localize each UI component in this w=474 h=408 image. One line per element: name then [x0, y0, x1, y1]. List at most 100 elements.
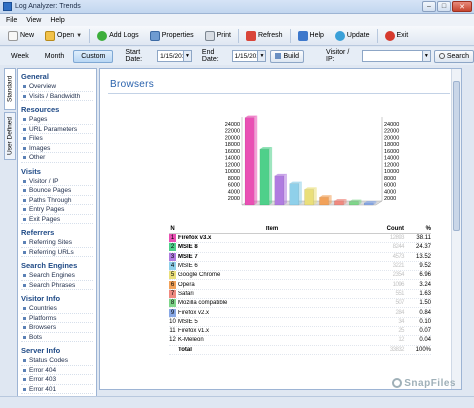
table-row[interactable]: Total 33832 100% — [169, 346, 431, 355]
open-button[interactable]: Open ▼ — [41, 28, 86, 43]
table-row[interactable]: 3 MSIE 7 4573 13.52 — [169, 252, 431, 262]
sidebar-section-title[interactable]: Server Info — [21, 346, 93, 355]
y-tick-label-right: 16000 — [384, 149, 399, 155]
chart-bar — [349, 201, 359, 206]
chevron-down-icon[interactable]: ▼ — [182, 51, 191, 61]
page-title: Browsers — [110, 79, 155, 90]
help-button[interactable]: Help — [294, 28, 328, 43]
sidebar-item[interactable]: Exit Pages — [21, 215, 93, 224]
table-row[interactable]: 8 Mozilla compatible 507 1.50 — [169, 299, 431, 309]
sidebar-section: Visitor Info Countries Platforms Browsers Bo… — [21, 294, 93, 342]
custom-button[interactable]: Custom — [73, 49, 114, 63]
sidebar-item[interactable]: Other — [21, 153, 93, 163]
table-row[interactable]: 4 MSIE 6 3221 9.52 — [169, 262, 431, 272]
sidebar-item[interactable]: Overview — [21, 82, 93, 92]
table-row[interactable]: 7 Safari 551 1.63 — [169, 289, 431, 300]
sidebar-item[interactable]: Platforms — [21, 314, 93, 323]
visitor-label: Visitor / IP: — [326, 49, 350, 63]
table-row[interactable]: 2 MSIE 8 8244 24.37 — [169, 243, 431, 253]
menu-help[interactable]: Help — [50, 17, 64, 24]
sidebar-item[interactable]: Images — [21, 144, 93, 153]
title-bar: Log Analyzer: Trends – □ ✕ — [0, 0, 474, 14]
sidebar-item[interactable]: Visitor / IP — [21, 177, 93, 186]
sidebar-item[interactable]: Bounce Pages — [21, 186, 93, 196]
sidebar-section-title[interactable]: Resources — [21, 105, 93, 114]
sidebar-item[interactable]: Search Engines — [21, 271, 93, 281]
sidebar-item[interactable]: Browsers — [21, 323, 93, 333]
search-button[interactable]: Search — [433, 49, 474, 63]
vertical-scrollbar[interactable] — [451, 69, 461, 389]
row-item: Total — [178, 346, 192, 353]
maximize-button[interactable]: □ — [437, 1, 451, 12]
sidebar-section-title[interactable]: General — [21, 72, 93, 81]
y-tick-label-left: 8000 — [228, 176, 240, 182]
row-number: 7 — [169, 289, 176, 298]
update-button[interactable]: Update — [331, 28, 374, 43]
refresh-button[interactable]: Refresh — [242, 28, 287, 43]
build-button[interactable]: Build — [270, 49, 305, 63]
watermark: SnapFiles — [392, 378, 456, 389]
tab-user-defined[interactable]: User Defined — [4, 112, 16, 160]
visitor-ip-input[interactable]: ▼ — [361, 50, 431, 62]
sidebar-item[interactable]: Bots — [21, 333, 93, 342]
chart-bar-side — [298, 181, 302, 205]
y-tick-label-left: 2000 — [228, 196, 240, 202]
folder-icon — [45, 30, 56, 41]
chevron-down-icon[interactable]: ▼ — [257, 51, 266, 61]
chevron-down-icon[interactable]: ▼ — [421, 51, 430, 61]
table-row[interactable]: 12 K-Meleon 12 0.04 — [169, 336, 431, 346]
tab-standard[interactable]: Standard — [4, 68, 16, 110]
row-item: K-Meleon — [178, 337, 204, 344]
sidebar-item[interactable]: Pages — [21, 115, 93, 125]
search-icon — [438, 53, 445, 59]
row-number: 4 — [169, 262, 176, 271]
y-tick-label-left: 14000 — [225, 156, 240, 162]
end-date-input[interactable]: 1/15/2010 ▼ — [231, 50, 267, 62]
sidebar-item[interactable]: Countries — [21, 304, 93, 314]
sidebar-item[interactable]: Search Phrases — [21, 281, 93, 290]
minimize-button[interactable]: – — [422, 1, 436, 12]
properties-button[interactable]: Properties — [146, 28, 198, 43]
browsers-chart: 24000 2400022000 2200020000 2000018000 18000… — [225, 115, 399, 206]
row-percent: 1.63 — [419, 290, 431, 297]
close-button[interactable]: ✕ — [452, 1, 472, 12]
sidebar-item[interactable]: Entry Pages — [21, 205, 93, 215]
sidebar-section-title[interactable]: Referrers — [21, 228, 93, 237]
printer-icon — [204, 30, 215, 41]
y-tick-label-right: 8000 — [384, 176, 396, 182]
table-row[interactable]: 5 Google Chrome 2354 6.96 — [169, 271, 431, 281]
help-icon — [297, 30, 308, 41]
sidebar-section-title[interactable]: Search Engines — [21, 261, 93, 270]
add-logs-button[interactable]: Add Logs — [93, 28, 143, 43]
sidebar-item[interactable]: Files — [21, 134, 93, 144]
row-item: Firefox v3.x — [178, 235, 212, 242]
sidebar-item[interactable]: Referring URLs — [21, 248, 93, 257]
new-button[interactable]: New — [4, 28, 38, 43]
table-row[interactable]: 10 MSIE 5 34 0.10 — [169, 318, 431, 327]
row-count: 12893 — [389, 235, 405, 242]
table-row[interactable]: 9 Firefox v2.x 284 0.84 — [169, 308, 431, 318]
sidebar-item[interactable]: Paths Through — [21, 196, 93, 205]
menu-view[interactable]: View — [26, 17, 41, 24]
sidebar-item[interactable]: Error 401 — [21, 385, 93, 394]
scrollbar-thumb[interactable] — [453, 81, 460, 231]
print-button[interactable]: Print — [201, 28, 235, 43]
week-button[interactable]: Week — [4, 50, 36, 63]
sidebar-item[interactable]: Visits / Bandwidth — [21, 92, 93, 101]
sidebar-item[interactable]: Referring Sites — [21, 238, 93, 248]
exit-button[interactable]: Exit — [381, 28, 413, 43]
menu-file[interactable]: File — [6, 17, 17, 24]
sidebar-item[interactable]: Error 404 — [21, 366, 93, 375]
sidebar-section-title[interactable]: Visitor Info — [21, 294, 93, 303]
month-button[interactable]: Month — [38, 50, 71, 63]
sidebar-section-title[interactable]: Visits — [21, 167, 93, 176]
sidebar-item[interactable]: Status Codes — [21, 356, 93, 366]
sidebar-item[interactable]: Error 403 — [21, 375, 93, 385]
table-row[interactable]: 1 Firefox v3.x 12893 38.11 — [169, 234, 431, 244]
sidebar-item[interactable]: URL Parameters — [21, 125, 93, 134]
plus-icon — [97, 30, 108, 41]
table-row[interactable]: 11 Firefox v1.x 25 0.07 — [169, 327, 431, 337]
chart-bar — [363, 202, 374, 206]
start-date-input[interactable]: 1/15/2010 ▼ — [157, 50, 192, 62]
table-row[interactable]: 6 Opera 1096 3.24 — [169, 280, 431, 290]
